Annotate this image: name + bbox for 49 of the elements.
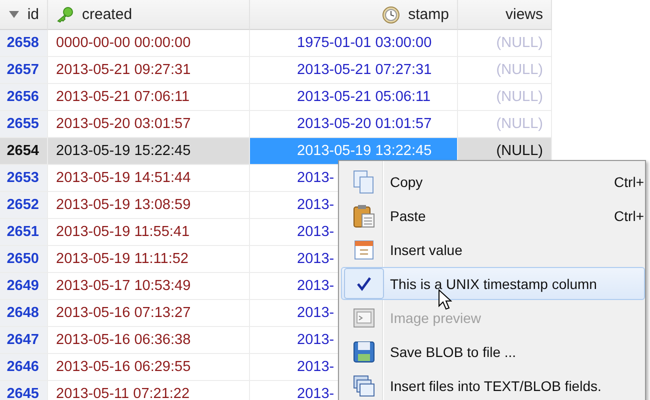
table-cell: 2013-05-19 14:51:44: [48, 165, 250, 192]
table-cell: 0000-00-00 00:00:00: [48, 30, 250, 57]
copy-icon: [353, 170, 375, 194]
column-header[interactable]: stamp: [250, 0, 458, 30]
column-header[interactable]: id: [0, 0, 48, 30]
row-id-cell: 2656: [0, 84, 48, 111]
table-cell: (NULL): [458, 84, 552, 111]
table-cell: 2013-05-16 06:29:55: [48, 354, 250, 381]
row-id-cell: 2657: [0, 57, 48, 84]
table-cell: (NULL): [458, 111, 552, 138]
key-icon: [56, 6, 74, 22]
row-id-cell: 2654: [0, 138, 48, 165]
table-cell: (NULL): [458, 57, 552, 84]
table-cell: (NULL): [458, 30, 552, 57]
table-cell: 2013-05-21 07:27:31: [250, 57, 458, 84]
table-cell: 2013-05-21 05:06:11: [250, 84, 458, 111]
table-cell: 2013-05-20 03:01:57: [48, 111, 250, 138]
table-cell: 2013-05-20 01:01:57: [250, 111, 458, 138]
clock-icon: [382, 6, 400, 24]
mouse-cursor-icon: [438, 289, 452, 310]
image-icon: [353, 308, 375, 328]
table-cell: 2013-05-19 13:08:59: [48, 192, 250, 219]
row-id-cell: 2650: [0, 246, 48, 273]
column-header[interactable]: created: [48, 0, 250, 30]
calendar-icon: [354, 240, 374, 260]
menu-item[interactable]: This is a UNIX timestamp column: [341, 267, 645, 300]
table-cell: 2013-05-17 10:53:49: [48, 273, 250, 300]
table-cell: 2013-05-19 15:22:45: [48, 138, 250, 165]
row-id-cell: 2648: [0, 300, 48, 327]
table-cell: 2013-05-21 09:27:31: [48, 57, 250, 84]
row-id-cell: 2645: [0, 381, 48, 400]
paste-icon: [353, 204, 375, 228]
row-id-cell: 2649: [0, 273, 48, 300]
table-cell: 2013-05-21 07:06:11: [48, 84, 250, 111]
row-id-cell: 2658: [0, 30, 48, 57]
save-icon: [353, 340, 375, 362]
row-id-cell: 2651: [0, 219, 48, 246]
table-cell: 1975-01-01 03:00:00: [250, 30, 458, 57]
row-id-cell: 2652: [0, 192, 48, 219]
column-header[interactable]: views: [458, 0, 552, 30]
row-id-cell: 2646: [0, 354, 48, 381]
row-id-cell: 2655: [0, 111, 48, 138]
row-id-cell: 2647: [0, 327, 48, 354]
row-id-cell: 2653: [0, 165, 48, 192]
table-cell: 2013-05-19 11:55:41: [48, 219, 250, 246]
windows-stack-icon: [353, 374, 375, 396]
table-cell: 2013-05-19 11:11:52: [48, 246, 250, 273]
table-cell: 2013-05-16 06:36:38: [48, 327, 250, 354]
table-cell: 2013-05-16 07:13:27: [48, 300, 250, 327]
